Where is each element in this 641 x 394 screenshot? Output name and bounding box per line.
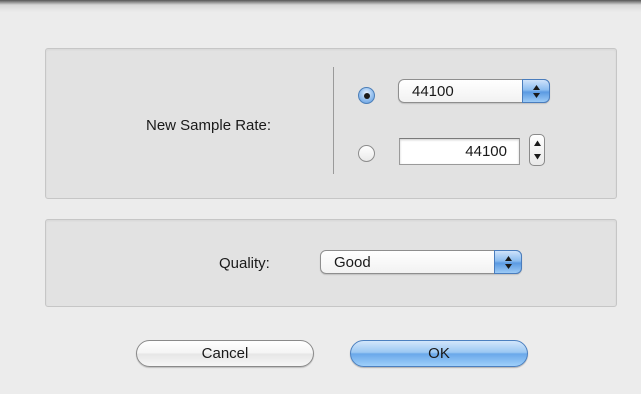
custom-rate-field[interactable]: 44100 — [399, 138, 520, 165]
ok-button[interactable]: OK — [350, 340, 528, 367]
quality-value: Good — [334, 254, 371, 271]
up-down-arrows-icon — [494, 250, 522, 274]
vertical-divider — [333, 67, 334, 174]
window-top-edge — [0, 0, 641, 12]
up-down-arrows-icon — [522, 79, 550, 103]
sample-rate-label: New Sample Rate: — [146, 117, 272, 134]
quality-group: Quality: Good — [45, 219, 617, 307]
cancel-button[interactable]: Cancel — [136, 340, 314, 367]
preset-rate-popup[interactable]: 44100 — [398, 79, 550, 103]
sample-rate-group: New Sample Rate: 44100 44100 — [45, 48, 617, 199]
stepper-down-icon — [534, 154, 541, 160]
quality-label: Quality: — [219, 255, 270, 272]
stepper-up-icon — [534, 140, 541, 146]
custom-rate-stepper[interactable] — [529, 134, 545, 166]
resample-dialog: New Sample Rate: 44100 44100 Quality: Go… — [0, 0, 641, 394]
preset-rate-radio[interactable] — [358, 87, 375, 104]
preset-rate-value: 44100 — [412, 83, 454, 100]
quality-popup[interactable]: Good — [320, 250, 522, 274]
custom-rate-radio[interactable] — [358, 145, 375, 162]
